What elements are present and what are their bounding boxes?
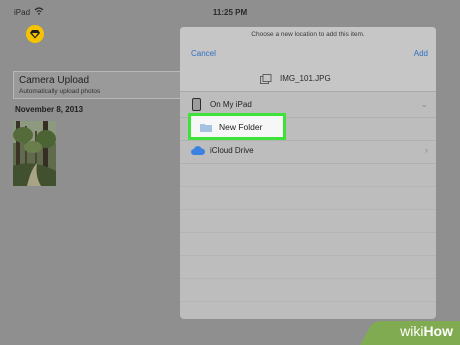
- new-folder-highlight[interactable]: New Folder: [188, 113, 286, 140]
- status-time: 11:25 PM: [212, 8, 248, 17]
- wikihow-watermark: wikiHow: [360, 317, 460, 345]
- folder-icon: [200, 124, 212, 132]
- ipad-icon: [192, 98, 201, 111]
- empty-row: [180, 164, 436, 187]
- watermark-text: wikiHow: [400, 323, 453, 339]
- photo-thumbnail[interactable]: [13, 121, 56, 186]
- upload-subtitle: Automatically upload photos: [19, 88, 101, 95]
- new-folder-label: New Folder: [219, 122, 263, 132]
- chevron-down-icon: ⌄: [420, 99, 428, 109]
- dialog-prompt: Choose a new location to add this item.: [251, 31, 365, 38]
- diamond-icon: [30, 30, 40, 39]
- watermark-part2: How: [423, 323, 453, 339]
- date-header: November 8, 2013: [15, 105, 84, 114]
- watermark-part1: wiki: [400, 323, 424, 339]
- file-icon: [260, 74, 272, 84]
- empty-row: [180, 187, 436, 210]
- empty-row: [180, 233, 436, 256]
- app-logo-icon[interactable]: [26, 25, 44, 43]
- location-row-icloud-drive[interactable]: iCloud Drive ›: [180, 141, 436, 164]
- upload-title: Camera Upload: [19, 75, 90, 86]
- location-label: On My iPad: [210, 100, 252, 109]
- location-label: iCloud Drive: [210, 146, 254, 155]
- empty-row: [180, 279, 436, 302]
- dialog-header: Choose a new location to add this item. …: [180, 27, 436, 92]
- cloud-icon: [191, 146, 205, 155]
- add-button[interactable]: Add: [414, 49, 428, 58]
- file-name: IMG_101.JPG: [280, 74, 331, 83]
- chevron-right-icon: ›: [425, 145, 428, 155]
- empty-row: [180, 210, 436, 233]
- empty-row: [180, 256, 436, 279]
- location-picker-dialog: Choose a new location to add this item. …: [180, 27, 436, 319]
- forest-photo: [13, 121, 56, 186]
- cancel-button[interactable]: Cancel: [191, 49, 216, 58]
- status-bar: iPad 11:25 PM: [0, 0, 460, 22]
